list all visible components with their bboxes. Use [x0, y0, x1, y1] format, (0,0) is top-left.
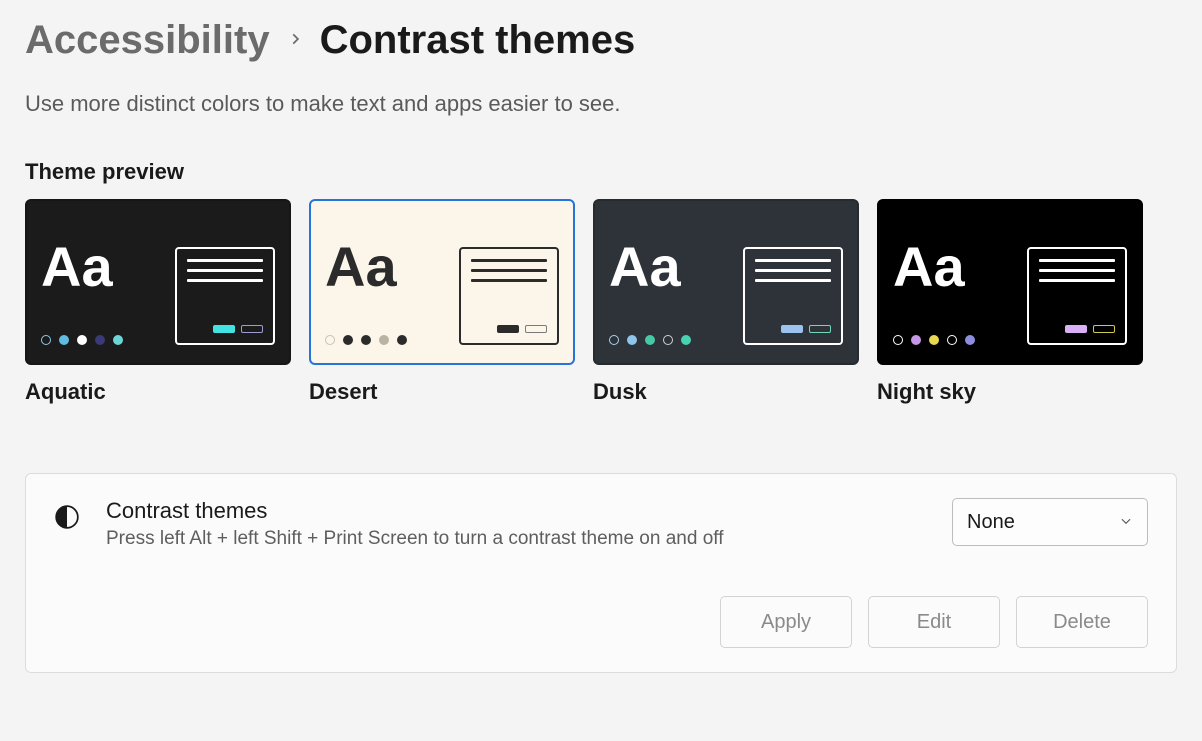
color-swatch: [77, 335, 87, 345]
color-swatch: [41, 335, 51, 345]
card-title: Contrast themes: [106, 498, 926, 524]
theme-thumbnail[interactable]: Aa: [877, 199, 1143, 365]
theme-color-swatches: [893, 335, 975, 345]
theme-thumbnail[interactable]: Aa: [309, 199, 575, 365]
page-title: Contrast themes: [320, 18, 636, 63]
color-swatch: [663, 335, 673, 345]
chevron-right-icon: [288, 29, 302, 52]
theme-sample-text: Aa: [41, 239, 113, 295]
color-swatch: [645, 335, 655, 345]
color-swatch: [681, 335, 691, 345]
theme-thumbnail[interactable]: Aa: [25, 199, 291, 365]
contrast-theme-select[interactable]: None: [952, 498, 1148, 546]
apply-button[interactable]: Apply: [720, 596, 852, 648]
select-value: None: [967, 511, 1015, 534]
theme-color-swatches: [41, 335, 123, 345]
color-swatch: [379, 335, 389, 345]
breadcrumb-parent[interactable]: Accessibility: [25, 18, 270, 63]
theme-label: Desert: [309, 379, 575, 405]
color-swatch: [325, 335, 335, 345]
color-swatch: [947, 335, 957, 345]
theme-item: Aa Aquatic: [25, 199, 291, 405]
contrast-icon: [54, 504, 80, 530]
color-swatch: [911, 335, 921, 345]
theme-window-preview: [743, 247, 843, 345]
theme-color-swatches: [325, 335, 407, 345]
theme-item: Aa Dusk: [593, 199, 859, 405]
color-swatch: [965, 335, 975, 345]
page-subtitle: Use more distinct colors to make text an…: [25, 91, 1177, 117]
theme-sample-text: Aa: [893, 239, 965, 295]
theme-window-preview: [1027, 247, 1127, 345]
color-swatch: [59, 335, 69, 345]
color-swatch: [343, 335, 353, 345]
theme-preview-grid: Aa Aquatic Aa Desert Aa Dusk Aa Night sky: [25, 199, 1177, 405]
theme-sample-text: Aa: [325, 239, 397, 295]
color-swatch: [609, 335, 619, 345]
edit-button[interactable]: Edit: [868, 596, 1000, 648]
contrast-themes-card: Contrast themes Press left Alt + left Sh…: [25, 473, 1177, 673]
color-swatch: [361, 335, 371, 345]
section-heading-theme-preview: Theme preview: [25, 159, 1177, 185]
theme-label: Night sky: [877, 379, 1143, 405]
theme-window-preview: [175, 247, 275, 345]
theme-thumbnail[interactable]: Aa: [593, 199, 859, 365]
theme-item: Aa Desert: [309, 199, 575, 405]
color-swatch: [893, 335, 903, 345]
color-swatch: [627, 335, 637, 345]
color-swatch: [95, 335, 105, 345]
theme-label: Dusk: [593, 379, 859, 405]
theme-item: Aa Night sky: [877, 199, 1143, 405]
theme-sample-text: Aa: [609, 239, 681, 295]
delete-button[interactable]: Delete: [1016, 596, 1148, 648]
color-swatch: [397, 335, 407, 345]
theme-color-swatches: [609, 335, 691, 345]
theme-label: Aquatic: [25, 379, 291, 405]
chevron-down-icon: [1119, 511, 1133, 534]
breadcrumb: Accessibility Contrast themes: [25, 18, 1177, 63]
card-description: Press left Alt + left Shift + Print Scre…: [106, 528, 926, 550]
color-swatch: [113, 335, 123, 345]
color-swatch: [929, 335, 939, 345]
theme-window-preview: [459, 247, 559, 345]
